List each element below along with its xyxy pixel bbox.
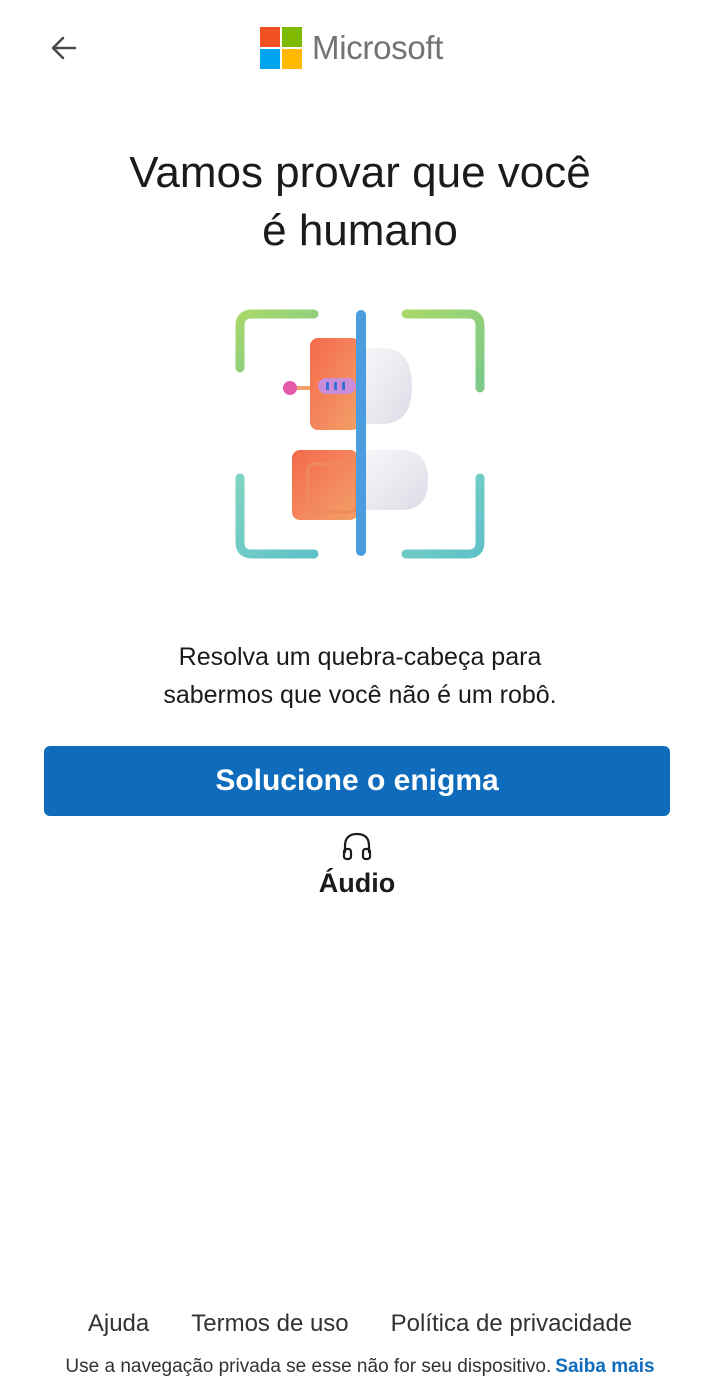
captcha-illustration-icon — [235, 309, 485, 559]
solve-puzzle-button[interactable]: Solucione o enigma — [44, 746, 670, 816]
audio-button[interactable]: Áudio — [300, 830, 414, 914]
private-browsing-note: Use a navegação privada se esse não for … — [0, 1356, 720, 1378]
logo-text: Microsoft — [312, 29, 444, 66]
back-button[interactable] — [44, 28, 84, 68]
audio-label: Áudio — [318, 868, 396, 898]
microsoft-logo: Microsoft — [260, 26, 443, 70]
microsoft-logo-icon — [260, 27, 302, 69]
headphones-icon — [342, 832, 372, 861]
terms-link[interactable]: Termos de uso — [191, 1310, 348, 1338]
title-line-2: é humano — [262, 206, 458, 255]
page: Microsoft Vamos provar que você é humano — [0, 0, 720, 1384]
description: Resolva um quebra-cabeça para sabermos q… — [60, 638, 660, 714]
note-text: Use a navegação privada se esse não for … — [65, 1356, 552, 1377]
description-line-2: sabermos que você não é um robô. — [163, 681, 557, 709]
robot-human-illustration — [222, 298, 498, 574]
privacy-link[interactable]: Política de privacidade — [391, 1310, 632, 1338]
description-line-1: Resolva um quebra-cabeça para — [178, 643, 542, 671]
learn-more-link[interactable]: Saiba mais — [555, 1356, 654, 1377]
footer-links: Ajuda Termos de uso Política de privacid… — [0, 1310, 720, 1338]
help-link[interactable]: Ajuda — [88, 1310, 149, 1338]
page-title: Vamos provar que você é humano — [40, 144, 680, 260]
title-line-1: Vamos provar que você — [129, 148, 591, 197]
arrow-left-icon — [51, 36, 77, 60]
